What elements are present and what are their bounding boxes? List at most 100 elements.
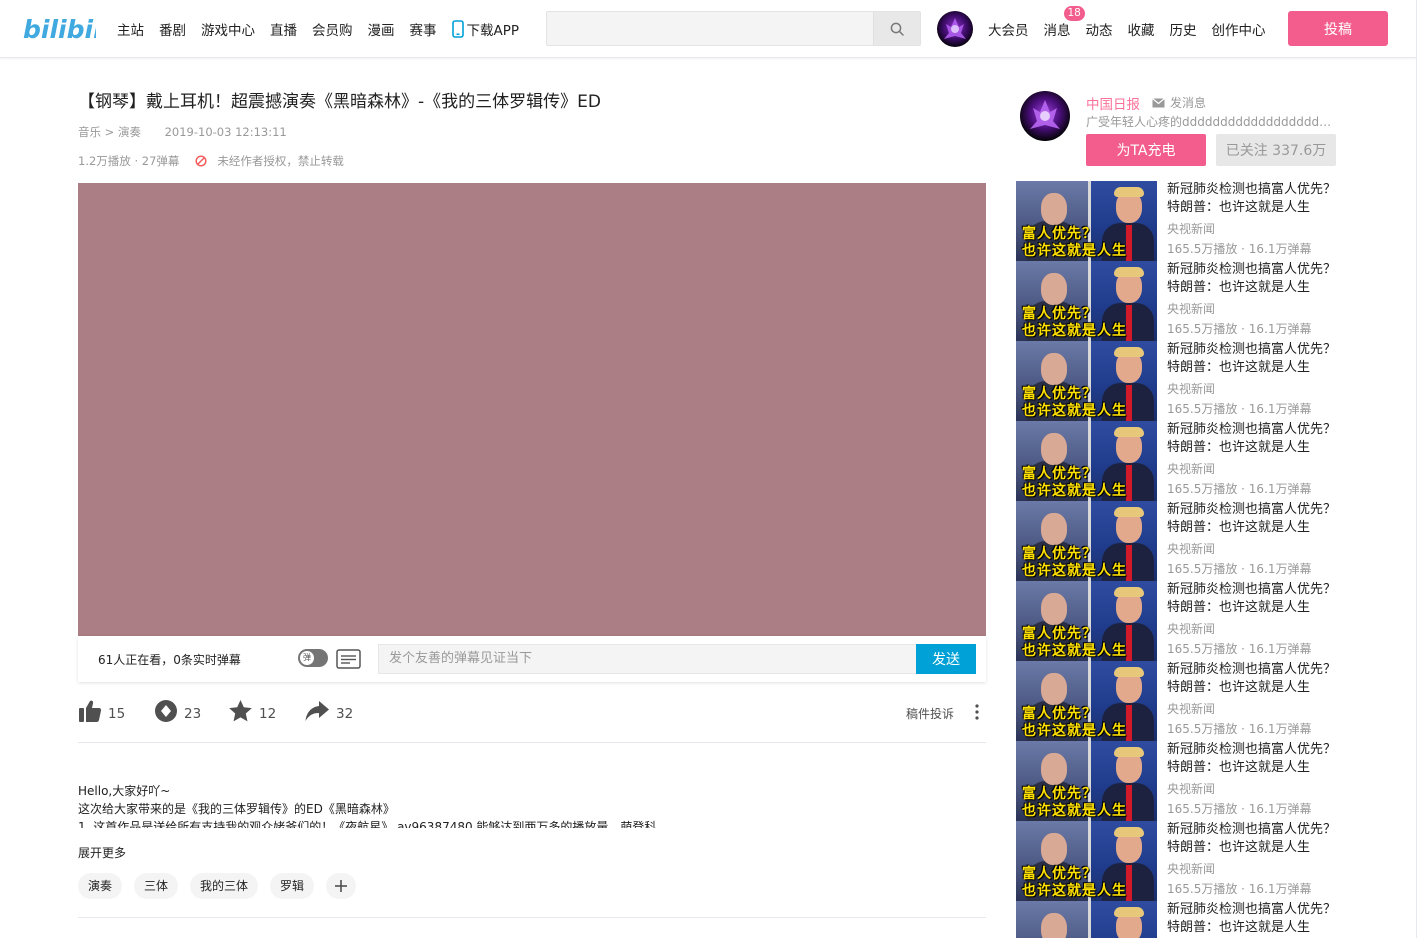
thumb-caption-line2: 也许这就是人生 bbox=[1022, 243, 1127, 259]
tag-item[interactable]: 演奏 bbox=[78, 873, 123, 899]
recommendation-thumbnail[interactable]: 富人优先？也许这就是人生 bbox=[1016, 581, 1157, 661]
recommendation-title[interactable]: 新冠肺炎检测也搞富人优先？特朗普：也许这就是人生 bbox=[1167, 421, 1343, 457]
add-tag-button[interactable] bbox=[326, 873, 357, 899]
nav-history[interactable]: 历史 bbox=[1170, 19, 1197, 39]
bilibili-logo[interactable]: bilibili bbox=[22, 10, 96, 46]
recommendation-title[interactable]: 新冠肺炎检测也搞富人优先？特朗普：也许这就是人生 bbox=[1167, 501, 1343, 537]
nav-item-game-center[interactable]: 游戏中心 bbox=[201, 19, 255, 39]
recommendation-thumbnail[interactable]: 富人优先？也许这就是人生 bbox=[1016, 181, 1157, 261]
avatar-figure-icon bbox=[944, 18, 966, 39]
report-link[interactable]: 稿件投诉 bbox=[906, 705, 954, 722]
category-link[interactable]: 音乐 bbox=[78, 125, 101, 139]
nav-messages[interactable]: 消息 18 bbox=[1044, 6, 1085, 39]
thumb-hair-right bbox=[1114, 667, 1144, 677]
nav-creator-center[interactable]: 创作中心 bbox=[1212, 19, 1266, 39]
nav-vip[interactable]: 大会员 bbox=[988, 19, 1029, 39]
recommendation-item[interactable]: 富人优先？也许这就是人生新冠肺炎检测也搞富人优先？特朗普：也许这就是人生央视新闻… bbox=[1016, 341, 1346, 421]
share-button[interactable]: 32 bbox=[304, 699, 353, 723]
thumb-face-left bbox=[1041, 593, 1067, 625]
recommendation-list: 富人优先？ 也许这就是人生 新冠肺炎检测也搞富人优先？特朗普：也许这就是人生 央视新闻… bbox=[1016, 181, 1346, 938]
thumb-hair-right bbox=[1114, 587, 1144, 597]
favorite-button[interactable]: 12 bbox=[228, 699, 276, 723]
recommendation-item[interactable]: 富人优先？也许这就是人生新冠肺炎检测也搞富人优先？特朗普：也许这就是人生央视新闻… bbox=[1016, 581, 1346, 661]
thumb-face-left bbox=[1041, 513, 1067, 545]
nav-dynamics[interactable]: 动态 bbox=[1086, 19, 1113, 39]
danmaku-input[interactable]: 发个友善的弹幕见证当下 bbox=[378, 644, 916, 674]
recommendation-thumbnail[interactable]: 富人优先？也许这就是人生 bbox=[1016, 261, 1157, 341]
nav-item-live[interactable]: 直播 bbox=[270, 19, 297, 39]
recommendation-title[interactable]: 新冠肺炎检测也搞富人优先？特朗普：也许这就是人生 bbox=[1167, 901, 1343, 937]
recommendation-thumbnail[interactable]: 富人优先？也许这就是人生 bbox=[1016, 421, 1157, 501]
recommendation-title[interactable]: 新冠肺炎检测也搞富人优先？特朗普：也许这就是人生 bbox=[1167, 661, 1343, 697]
coin-icon bbox=[155, 700, 177, 722]
recommendation-uploader[interactable]: 央视新闻 bbox=[1167, 780, 1215, 797]
nav-item-manga[interactable]: 漫画 bbox=[368, 19, 395, 39]
thumb-face-left bbox=[1041, 753, 1067, 785]
uploader-avatar-figure-icon bbox=[1030, 100, 1060, 129]
recommendation-title[interactable]: 新冠肺炎检测也搞富人优先？特朗普：也许这就是人生 bbox=[1167, 181, 1343, 217]
recommendation-uploader[interactable]: 央视新闻 bbox=[1167, 540, 1215, 557]
tag-item[interactable]: 三体 bbox=[134, 873, 179, 899]
danmaku-toggle-knob: 弹 bbox=[300, 651, 314, 665]
nav-favorites[interactable]: 收藏 bbox=[1128, 19, 1155, 39]
followed-button[interactable]: 已关注 337.6万 bbox=[1216, 134, 1336, 166]
tag-item[interactable]: 罗辑 bbox=[270, 873, 315, 899]
tag-item[interactable]: 我的三体 bbox=[190, 873, 259, 899]
recommendation-title[interactable]: 新冠肺炎检测也搞富人优先？特朗普：也许这就是人生 bbox=[1167, 741, 1343, 777]
video-player[interactable] bbox=[78, 183, 986, 636]
nav-item-mall[interactable]: 会员购 bbox=[312, 19, 353, 39]
user-avatar[interactable] bbox=[937, 11, 973, 47]
recommendation-uploader[interactable]: 央视新闻 bbox=[1167, 860, 1215, 877]
coin-button[interactable]: 23 bbox=[154, 699, 201, 723]
uploader-name[interactable]: 中国日报 bbox=[1086, 93, 1140, 113]
recommendation-thumbnail[interactable]: 富人优先？也许这就是人生 bbox=[1016, 341, 1157, 421]
charge-button[interactable]: 为TA充电 bbox=[1086, 134, 1206, 166]
like-button[interactable]: 15 bbox=[78, 699, 125, 723]
recommendation-title[interactable]: 新冠肺炎检测也搞富人优先？特朗普：也许这就是人生 bbox=[1167, 341, 1343, 377]
danmaku-settings-icon[interactable] bbox=[336, 649, 361, 669]
uploader-avatar[interactable] bbox=[1020, 91, 1070, 141]
nav-item-main[interactable]: 主站 bbox=[117, 19, 144, 39]
nav-item-download-app[interactable]: 下载APP bbox=[451, 19, 519, 39]
search-button[interactable] bbox=[873, 12, 920, 45]
recommendation-uploader[interactable]: 央视新闻 bbox=[1167, 460, 1215, 477]
recommendation-item[interactable]: 富人优先？也许这就是人生新冠肺炎检测也搞富人优先？特朗普：也许这就是人生央视新闻… bbox=[1016, 821, 1346, 901]
recommendation-uploader[interactable]: 央视新闻 bbox=[1167, 300, 1215, 317]
recommendation-item[interactable]: 富人优先？也许这就是人生新冠肺炎检测也搞富人优先？特朗普：也许这就是人生央视新闻… bbox=[1016, 421, 1346, 501]
recommendation-title[interactable]: 新冠肺炎检测也搞富人优先？特朗普：也许这就是人生 bbox=[1167, 821, 1343, 857]
subcategory-link[interactable]: 演奏 bbox=[118, 125, 141, 139]
recommendation-item[interactable]: 富人优先？也许这就是人生新冠肺炎检测也搞富人优先？特朗普：也许这就是人生央视新闻… bbox=[1016, 261, 1346, 341]
danmaku-send-button[interactable]: 发送 bbox=[916, 644, 976, 674]
search-input[interactable] bbox=[547, 12, 873, 45]
recommendation-title[interactable]: 新冠肺炎检测也搞富人优先？特朗普：也许这就是人生 bbox=[1167, 261, 1343, 297]
recommendation-item[interactable]: 富人优先？也许这就是人生新冠肺炎检测也搞富人优先？特朗普：也许这就是人生央视新闻… bbox=[1016, 661, 1346, 741]
video-meta-category: 音乐 > 演奏 2019-10-03 12:13:11 bbox=[78, 124, 287, 140]
recommendation-uploader[interactable]: 央视新闻 bbox=[1167, 620, 1215, 637]
breadcrumb-separator: > bbox=[101, 125, 118, 139]
recommendation-item[interactable]: 富人优先？也许这就是人生新冠肺炎检测也搞富人优先？特朗普：也许这就是人生央视新闻… bbox=[1016, 901, 1346, 938]
danmaku-toggle[interactable]: 弹 bbox=[298, 649, 328, 667]
send-message-link[interactable]: 发消息 bbox=[1152, 94, 1206, 111]
nav-item-esports[interactable]: 赛事 bbox=[410, 19, 437, 39]
recommendation-uploader[interactable]: 央视新闻 bbox=[1167, 220, 1215, 237]
recommendation-uploader[interactable]: 央视新闻 bbox=[1167, 700, 1215, 717]
nav-item-anime[interactable]: 番剧 bbox=[159, 19, 186, 39]
recommendation-item[interactable]: 富人优先？也许这就是人生新冠肺炎检测也搞富人优先？特朗普：也许这就是人生央视新闻… bbox=[1016, 741, 1346, 821]
recommendation-title[interactable]: 新冠肺炎检测也搞富人优先？特朗普：也许这就是人生 bbox=[1167, 581, 1343, 617]
video-title: 【钢琴】戴上耳机！超震撼演奏《黑暗森林》-《我的三体罗辑传》ED bbox=[78, 92, 601, 112]
phone-icon bbox=[451, 20, 464, 38]
upload-button[interactable]: 投稿 bbox=[1288, 11, 1388, 46]
more-options-icon[interactable] bbox=[974, 703, 980, 721]
recommendation-thumbnail[interactable]: 富人优先？也许这就是人生 bbox=[1016, 821, 1157, 901]
recommendation-stats: 165.5万播放 · 16.1万弹幕 bbox=[1167, 562, 1312, 576]
recommendation-item[interactable]: 富人优先？也许这就是人生新冠肺炎检测也搞富人优先？特朗普：也许这就是人生央视新闻… bbox=[1016, 181, 1346, 261]
expand-description-link[interactable]: 展开更多 bbox=[78, 844, 126, 861]
recommendation-thumbnail[interactable]: 富人优先？也许这就是人生 bbox=[1016, 661, 1157, 741]
recommendation-thumbnail[interactable]: 富人优先？也许这就是人生 bbox=[1016, 501, 1157, 581]
recommendation-thumbnail[interactable]: 富人优先？也许这就是人生 bbox=[1016, 901, 1157, 938]
recommendation-thumbnail[interactable]: 富人优先？也许这就是人生 bbox=[1016, 741, 1157, 821]
search-icon bbox=[890, 22, 904, 36]
thumb-hair-right bbox=[1114, 747, 1144, 757]
recommendation-uploader[interactable]: 央视新闻 bbox=[1167, 380, 1215, 397]
recommendation-item[interactable]: 富人优先？也许这就是人生新冠肺炎检测也搞富人优先？特朗普：也许这就是人生央视新闻… bbox=[1016, 501, 1346, 581]
